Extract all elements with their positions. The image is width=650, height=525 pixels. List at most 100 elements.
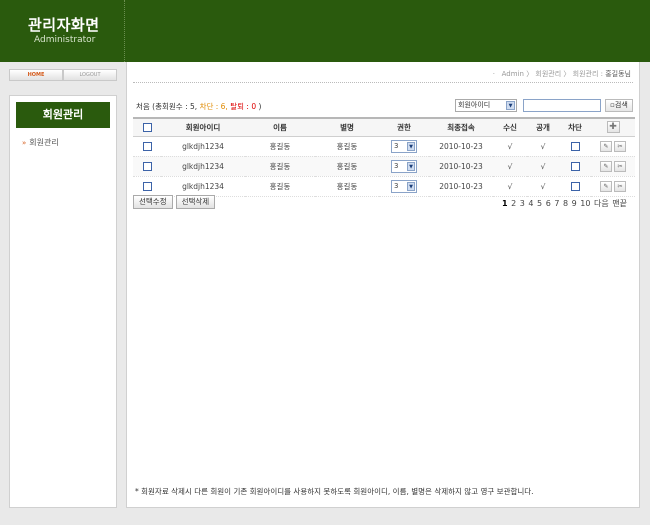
chevron-down-icon: ▼ xyxy=(506,100,515,110)
delete-selected-button[interactable]: 선택삭제 xyxy=(175,195,216,209)
block-checkbox[interactable] xyxy=(570,181,580,191)
breadcrumb-divider xyxy=(133,82,633,83)
page-link[interactable]: 8 xyxy=(563,199,568,208)
count-total: 처음 (총회원수 : 5, xyxy=(136,102,198,111)
main-panel: · Admin 〉 회원관리 〉 회원관리 : 홍길동님 처음 (총회원수 : … xyxy=(126,62,640,508)
row-select-checkbox[interactable] xyxy=(142,181,152,191)
breadcrumb-member-mgmt-1[interactable]: 회원관리 xyxy=(535,70,561,78)
page-link[interactable]: 5 xyxy=(537,199,542,208)
cell-public: √ xyxy=(527,156,559,177)
page-link[interactable]: 9 xyxy=(572,199,577,208)
level-select[interactable]: 3 ▼ xyxy=(391,179,417,193)
double-chevron-right-icon: » xyxy=(22,139,27,147)
count-withdrawn: 탈퇴 : 0 xyxy=(230,102,257,111)
edit-icon[interactable]: ✎ xyxy=(600,160,612,172)
chevron-down-icon: ▼ xyxy=(407,141,415,151)
breadcrumb-admin[interactable]: Admin xyxy=(502,70,524,78)
delete-icon[interactable]: ✂ xyxy=(614,140,626,152)
row-checkbox-cell xyxy=(133,136,161,157)
page-link[interactable]: 4 xyxy=(528,199,533,208)
header-blocked: 차단 xyxy=(559,117,591,137)
cell-level: 3 ▼ xyxy=(379,136,429,157)
header-nick: 별명 xyxy=(315,117,379,137)
search-input[interactable] xyxy=(523,98,601,112)
cell-blocked xyxy=(559,156,591,177)
search-field-value: 회원아이디 xyxy=(458,100,491,109)
sidebar-item-member-management[interactable]: » 회원관리 xyxy=(22,137,116,148)
cell-actions: ✎ ✂ xyxy=(591,156,635,177)
sidebar-item-label: 회원관리 xyxy=(29,138,59,147)
level-select[interactable]: 3 ▼ xyxy=(391,139,417,153)
cell-level: 3 ▼ xyxy=(379,176,429,197)
cell-level: 3 ▼ xyxy=(379,156,429,177)
cell-actions: ✎ ✂ xyxy=(591,136,635,157)
level-value: 3 xyxy=(394,181,399,190)
page-link[interactable]: 2 xyxy=(511,199,516,208)
next-page-link[interactable]: 다음 xyxy=(594,199,609,208)
select-all-checkbox[interactable] xyxy=(142,123,152,132)
count-close-paren: ) xyxy=(258,102,262,111)
breadcrumb-member-mgmt-2[interactable]: 회원관리 xyxy=(573,70,599,78)
sidebar-title: 회원관리 xyxy=(16,102,110,128)
breadcrumb-bullet: · xyxy=(492,70,495,78)
cell-id: glkdjh1234 xyxy=(161,176,245,197)
search-button[interactable]: ▫검색 xyxy=(605,98,633,112)
logo-area: 관리자화면 Administrator xyxy=(0,0,125,62)
header-name: 이름 xyxy=(245,117,315,137)
table-row: glkdjh1234 홍길동 홍길동 3 ▼ 2010-10-23 √ √ ✎ ✂ xyxy=(133,176,635,197)
edit-icon[interactable]: ✎ xyxy=(600,180,612,192)
logout-button[interactable]: LOGOUT xyxy=(63,69,117,81)
page-link[interactable]: 7 xyxy=(554,199,559,208)
add-member-button[interactable]: ✚ xyxy=(606,121,620,134)
retention-note: * 회원자료 삭제시 다른 회원이 기존 회원아이디를 사용하지 못하도록 회원… xyxy=(135,487,534,496)
row-select-checkbox[interactable] xyxy=(142,141,152,151)
cell-nick: 홍길동 xyxy=(315,176,379,197)
header-id: 회원아이디 xyxy=(161,117,245,137)
pagination: 1 2 3 4 5 6 7 8 9 10 다음 맨끝 xyxy=(502,198,627,209)
delete-icon[interactable]: ✂ xyxy=(614,180,626,192)
cell-receive: √ xyxy=(493,156,527,177)
cell-name: 홍길동 xyxy=(245,156,315,177)
row-checkbox-cell xyxy=(133,176,161,197)
cell-name: 홍길동 xyxy=(245,136,315,157)
block-checkbox[interactable] xyxy=(570,161,580,171)
header-receive: 수신 xyxy=(493,117,527,137)
edit-icon[interactable]: ✎ xyxy=(600,140,612,152)
search-field-select[interactable]: 회원아이디 ▼ xyxy=(455,98,517,112)
page-link[interactable]: 10 xyxy=(580,199,590,208)
page-link[interactable]: 3 xyxy=(520,199,525,208)
cell-blocked xyxy=(559,176,591,197)
level-value: 3 xyxy=(394,141,399,150)
sidebar: 회원관리 » 회원관리 xyxy=(9,95,117,508)
cell-name: 홍길동 xyxy=(245,176,315,197)
cell-receive: √ xyxy=(493,176,527,197)
breadcrumb-separator-icon: 〉 xyxy=(563,70,571,78)
row-select-checkbox[interactable] xyxy=(142,161,152,171)
member-table: 회원아이디 이름 별명 권한 최종접속 수신 공개 차단 ✚ glkdjh123… xyxy=(133,117,635,197)
level-select[interactable]: 3 ▼ xyxy=(391,159,417,173)
home-button[interactable]: HOME xyxy=(9,69,63,81)
header-level: 권한 xyxy=(379,117,429,137)
breadcrumb-current-user: 홍길동님 xyxy=(605,70,631,78)
header-public: 공개 xyxy=(527,117,559,137)
cell-actions: ✎ ✂ xyxy=(591,176,635,197)
header-select-all xyxy=(133,117,161,137)
delete-icon[interactable]: ✂ xyxy=(614,160,626,172)
level-value: 3 xyxy=(394,161,399,170)
page-link[interactable]: 6 xyxy=(546,199,551,208)
row-checkbox-cell xyxy=(133,156,161,177)
cell-last-login: 2010-10-23 xyxy=(429,176,493,197)
edit-selected-button[interactable]: 선택수정 xyxy=(133,195,173,209)
cell-public: √ xyxy=(527,176,559,197)
breadcrumb-separator-icon: 〉 xyxy=(526,70,534,78)
cell-public: √ xyxy=(527,136,559,157)
bulk-actions: 선택수정 선택삭제 xyxy=(133,195,216,209)
table-row: glkdjh1234 홍길동 홍길동 3 ▼ 2010-10-23 √ √ ✎ ✂ xyxy=(133,136,635,157)
last-page-link[interactable]: 맨끝 xyxy=(612,199,627,208)
cell-nick: 홍길동 xyxy=(315,156,379,177)
block-checkbox[interactable] xyxy=(570,141,580,151)
table-row: glkdjh1234 홍길동 홍길동 3 ▼ 2010-10-23 √ √ ✎ ✂ xyxy=(133,156,635,177)
page-link[interactable]: 1 xyxy=(502,199,508,208)
top-buttons: HOME LOGOUT xyxy=(9,69,117,81)
chevron-down-icon: ▼ xyxy=(407,161,415,171)
